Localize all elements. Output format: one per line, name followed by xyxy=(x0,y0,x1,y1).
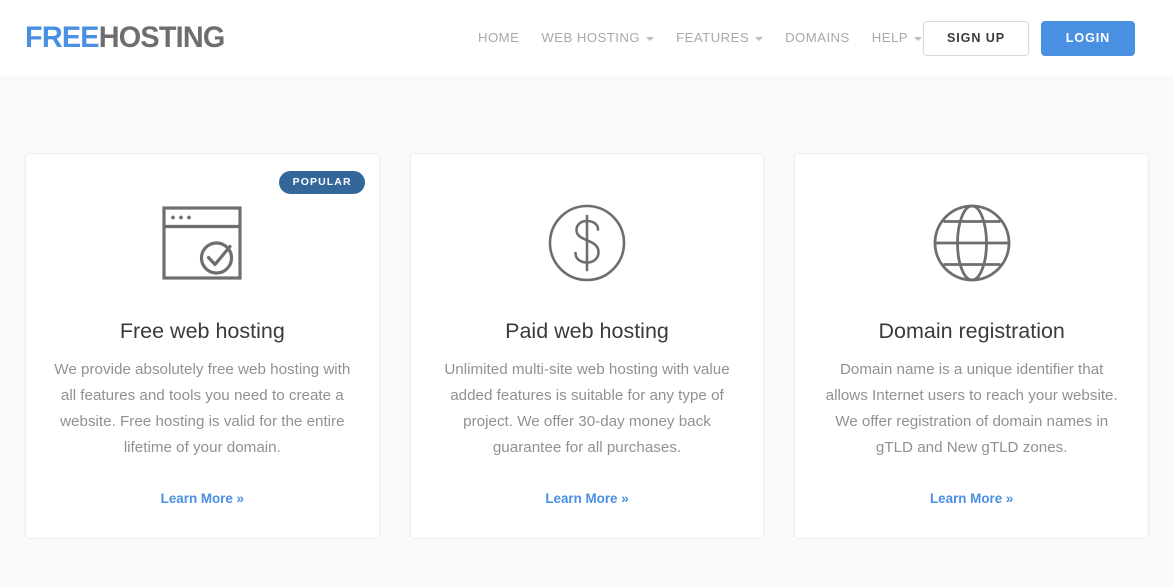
nav-item-help[interactable]: HELP xyxy=(871,29,923,46)
learn-more-link[interactable]: Learn More » xyxy=(545,490,628,508)
card-title: Free web hosting xyxy=(119,319,285,343)
card-free-web-hosting[interactable]: POPULAR Free web hosting We provide abso… xyxy=(25,153,380,539)
site-header: FREEHOSTING HOME WEB HOSTING FEATURES DO… xyxy=(0,0,1174,76)
card-description: Domain name is a unique identifier that … xyxy=(825,361,1118,456)
logo-text-hosting: HOSTING xyxy=(98,21,226,54)
chevron-down-icon xyxy=(755,36,764,41)
nav-item-home-label: HOME xyxy=(478,30,520,45)
card-paid-web-hosting[interactable]: Paid web hosting Unlimited multi-site we… xyxy=(409,153,765,539)
card-description: We provide absolutely free web hosting w… xyxy=(54,361,351,456)
card-title: Domain registration xyxy=(878,319,1065,343)
sign-up-button[interactable]: SIGN UP xyxy=(923,21,1029,56)
globe-icon xyxy=(932,200,1012,286)
card-description: Unlimited multi-site web hosting with va… xyxy=(444,361,730,456)
nav-item-features-label: FEATURES xyxy=(676,30,750,45)
nav-item-home[interactable]: HOME xyxy=(478,29,519,46)
card-domain-registration[interactable]: Domain registration Domain name is a uni… xyxy=(794,153,1150,539)
nav-item-web-hosting[interactable]: WEB HOSTING xyxy=(541,29,655,46)
main-navigation: HOME WEB HOSTING FEATURES DOMAINS HELP xyxy=(478,29,923,46)
browser-check-icon xyxy=(162,200,242,286)
nav-item-domains-label: DOMAINS xyxy=(785,30,850,45)
dollar-circle-icon xyxy=(547,200,627,286)
login-button[interactable]: LOGIN xyxy=(1041,21,1135,56)
learn-more-link[interactable]: Learn More » xyxy=(930,490,1013,508)
chevron-down-icon xyxy=(914,36,923,41)
learn-more-link[interactable]: Learn More » xyxy=(161,490,244,508)
nav-item-help-label: HELP xyxy=(871,30,909,45)
card-title: Paid web hosting xyxy=(505,319,669,343)
feature-cards: POPULAR Free web hosting We provide abso… xyxy=(0,76,1174,539)
chevron-down-icon xyxy=(646,36,655,41)
status-badge: POPULAR xyxy=(278,171,365,194)
nav-item-web-hosting-label: WEB HOSTING xyxy=(541,30,641,45)
auth-buttons: SIGN UP LOGIN xyxy=(923,21,1135,56)
nav-item-features[interactable]: FEATURES xyxy=(676,29,764,46)
logo-text-free: FREE xyxy=(25,21,100,54)
nav-item-domains[interactable]: DOMAINS xyxy=(785,29,850,46)
site-logo[interactable]: FREEHOSTING xyxy=(25,22,225,54)
